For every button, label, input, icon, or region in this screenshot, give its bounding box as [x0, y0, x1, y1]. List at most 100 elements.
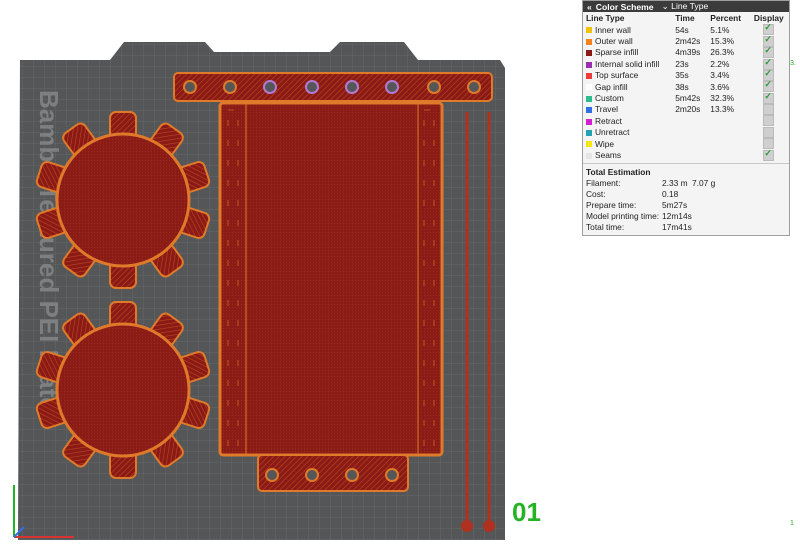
percent-cell — [707, 127, 748, 138]
layer-number: 01 — [512, 497, 541, 527]
collapse-icon[interactable]: « — [587, 2, 592, 12]
line-type-cell: Travel — [583, 104, 672, 115]
percent-cell: 5.1% — [710, 24, 730, 35]
percent-cell: 26.3% — [710, 47, 735, 58]
line-type-cell: Wipe — [583, 138, 672, 149]
line-type-label: Unretract — [595, 127, 630, 138]
percent-cell: 13.3% — [710, 104, 735, 115]
line-type-cell: Retract — [583, 115, 672, 126]
time-cell: 5m42s — [675, 93, 701, 104]
swatch-icon — [586, 50, 592, 57]
percent-cell: 32.3% — [710, 93, 735, 104]
swatch-icon — [586, 107, 592, 114]
swatch-icon — [586, 27, 592, 34]
swatch-icon — [586, 38, 592, 45]
col-header: Line Type — [586, 13, 625, 23]
line-type-cell: Gap infill — [583, 81, 672, 92]
display-checkbox[interactable] — [763, 115, 775, 127]
swatch-icon — [586, 129, 592, 136]
swatch-icon — [586, 84, 592, 91]
table-row: Retract — [583, 115, 789, 127]
table-row: Unretract — [583, 126, 789, 138]
line-type-cell: Internal solid infill — [583, 58, 672, 69]
estimation-label: Model printing time: — [586, 211, 660, 222]
estimation-row: Total time: 17m41s — [583, 222, 789, 233]
estimation-row: Prepare time: 5m27s — [583, 200, 789, 211]
swatch-icon — [586, 118, 592, 125]
display-checkbox[interactable] — [763, 91, 775, 104]
display-checkbox[interactable] — [763, 126, 775, 138]
swatch-icon — [586, 152, 592, 159]
swatch-icon — [586, 61, 592, 68]
time-cell: 38s — [675, 81, 689, 92]
percent-cell — [707, 138, 748, 149]
line-type-table: Line Type Time Percent Display Inner wal… — [583, 12, 789, 161]
color-scheme-legend: « Color Scheme ⌄ Line Type Line Type Tim… — [582, 0, 790, 236]
display-cell — [749, 126, 789, 138]
line-type-cell: Unretract — [583, 127, 672, 138]
line-type-cell: Top surface — [583, 70, 672, 81]
line-type-label: Gap infill — [595, 81, 628, 92]
time-cell: 2m20s — [675, 104, 701, 115]
display-cell — [749, 148, 789, 161]
display-cell — [749, 115, 789, 127]
time-cell — [672, 127, 707, 138]
time-cell: 35s — [675, 70, 689, 81]
time-cell: 2m42s — [675, 36, 701, 47]
table-row: Outer wall 2m42s 15.3% — [583, 34, 789, 47]
percent-cell: 2.2% — [710, 58, 730, 69]
bottom-rail — [257, 454, 409, 492]
display-cell — [749, 91, 789, 104]
estimation-label: Cost: — [586, 189, 606, 200]
time-cell — [672, 115, 707, 126]
swatch-icon — [586, 95, 592, 102]
line-type-label: Wipe — [595, 138, 615, 149]
edge-marker-2: 1 — [790, 520, 794, 527]
col-header: Percent — [710, 13, 742, 23]
estimation-row: Filament: 2.33 m 7.07 g — [583, 178, 789, 189]
time-cell: 4m39s — [675, 47, 701, 58]
percent-cell: 3.6% — [710, 81, 730, 92]
table-row: Inner wall 54s 5.1% — [583, 22, 789, 36]
estimation-row: Cost: 0.18 — [583, 189, 789, 200]
line-type-label: Top surface — [595, 70, 639, 81]
line-type-cell: Seams — [583, 149, 672, 160]
estimation-title: Total Estimation — [586, 166, 651, 177]
percent-cell — [707, 149, 748, 160]
line-type-label: Internal solid infill — [595, 58, 660, 69]
display-checkbox[interactable] — [763, 104, 775, 116]
table-row: Gap infill 38s 3.6% — [583, 79, 789, 93]
edge-marker-1: 3. — [790, 60, 796, 67]
legend-header[interactable]: « Color Scheme ⌄ Line Type — [583, 1, 789, 12]
table-row: Custom 5m42s 32.3% — [583, 91, 789, 104]
top-rail — [173, 72, 493, 102]
line-type-select-value: Line Type — [671, 1, 709, 11]
estimation-label: Total time: — [586, 222, 625, 233]
main-panel — [218, 101, 444, 457]
display-cell — [749, 104, 789, 116]
estimation-extra: 7.07 g — [692, 178, 716, 189]
estimation-value: 5m27s — [662, 200, 688, 211]
percent-cell: 15.3% — [710, 36, 735, 47]
line-type-label: Seams — [595, 149, 622, 160]
estimation-value: 0.18 — [662, 189, 679, 200]
line-type-cell: Outer wall — [583, 35, 672, 46]
col-header: Time — [675, 13, 695, 23]
estimation-value: 2.33 m — [662, 178, 688, 189]
table-row: Travel 2m20s 13.3% — [583, 104, 789, 116]
display-checkbox[interactable] — [763, 148, 775, 161]
estimation-label: Prepare time: — [586, 200, 637, 211]
line-type-label: Outer wall — [595, 36, 633, 47]
line-type-cell: Inner wall — [583, 24, 672, 35]
swatch-icon — [586, 141, 592, 148]
swatch-icon — [586, 73, 592, 80]
estimation-row: Model printing time: 12m14s — [583, 211, 789, 222]
percent-cell: 3.4% — [710, 70, 730, 81]
estimation-label: Filament: — [586, 178, 621, 189]
table-row: Seams — [583, 148, 789, 161]
line-type-label: Travel — [595, 104, 618, 115]
line-type-select[interactable]: ⌄ Line Type — [662, 1, 709, 12]
table-row: Top surface 35s 3.4% — [583, 68, 789, 81]
line-type-label: Inner wall — [595, 24, 631, 35]
estimation-value: 12m14s — [662, 211, 692, 222]
